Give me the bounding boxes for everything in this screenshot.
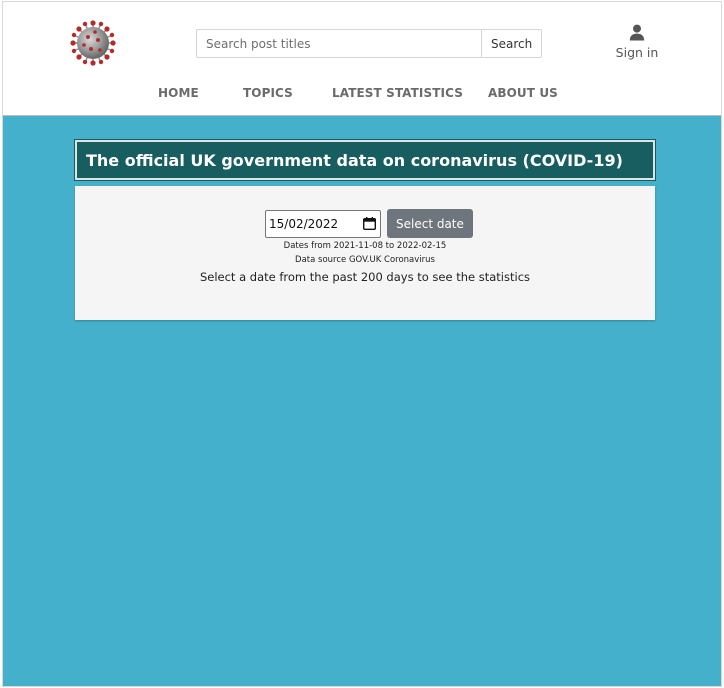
date-range-note: Dates from 2021-11-08 to 2022-02-15 — [283, 241, 447, 251]
sign-in-label: Sign in — [615, 45, 659, 60]
search-form: Search — [196, 29, 543, 58]
calendar-icon[interactable] — [363, 217, 376, 230]
data-source-note: Data source GOV.UK Coronavirus — [295, 255, 435, 265]
date-selection-panel: 15/02/2022 Select date Dates from 2021-1… — [75, 186, 655, 320]
select-date-button[interactable]: Select date — [387, 209, 473, 238]
page-title: The official UK government data on coron… — [86, 150, 623, 170]
nav-latest-statistics[interactable]: LATEST STATISTICS — [332, 86, 463, 100]
nav-home[interactable]: HOME — [158, 86, 199, 100]
user-icon — [629, 24, 645, 41]
search-input[interactable] — [196, 29, 481, 58]
nav-topics[interactable]: TOPICS — [243, 86, 293, 100]
date-input[interactable]: 15/02/2022 — [265, 209, 381, 238]
site-header: Search Sign in HOME TOPICS LATEST STATIS… — [3, 2, 721, 116]
main-navigation: HOME TOPICS LATEST STATISTICS ABOUT US — [3, 86, 721, 104]
nav-about-us[interactable]: ABOUT US — [488, 86, 558, 100]
date-selector-row: 15/02/2022 Select date — [265, 209, 473, 238]
page-title-banner: The official UK government data on coron… — [74, 139, 656, 181]
instruction-text: Select a date from the past 200 days to … — [199, 270, 531, 284]
coronavirus-logo-icon[interactable] — [70, 20, 116, 66]
date-value: 15/02/2022 — [269, 216, 339, 231]
search-button[interactable]: Search — [481, 29, 543, 58]
browser-viewport: Search Sign in HOME TOPICS LATEST STATIS… — [2, 1, 722, 687]
sign-in-link[interactable]: Sign in — [606, 24, 668, 60]
